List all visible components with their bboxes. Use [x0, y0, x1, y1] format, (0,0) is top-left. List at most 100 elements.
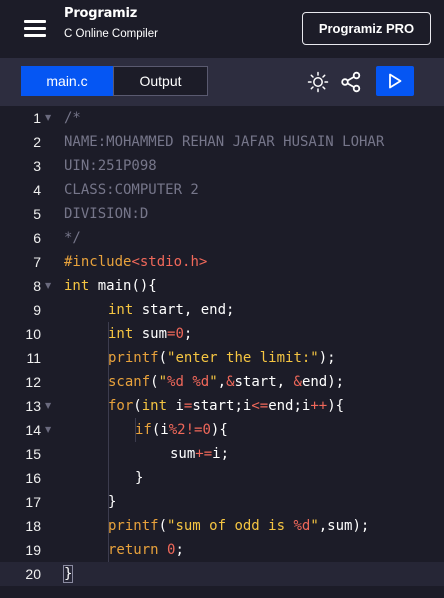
- line-number: 6: [33, 230, 41, 246]
- line-number: 7: [33, 254, 41, 270]
- code-text: return 0;: [108, 538, 184, 562]
- code-token: ){: [210, 422, 228, 438]
- page-subtitle: C Online Compiler: [64, 28, 158, 40]
- code-token: +=: [195, 446, 213, 462]
- fold-arrow-icon[interactable]: ▼: [45, 418, 51, 442]
- code-line[interactable]: 1 ▼ /*: [0, 106, 444, 130]
- code-line[interactable]: 9 int start, end;: [0, 298, 444, 322]
- fold-arrow-icon[interactable]: ▼: [45, 274, 51, 298]
- line-number: 2: [33, 134, 41, 150]
- code-token: }: [62, 565, 74, 583]
- code-token: */: [64, 230, 81, 246]
- code-token: (: [158, 350, 168, 366]
- code-line[interactable]: 2 NAME:MOHAMMED REHAN JAFAR HUSAIN LOHAR: [0, 130, 444, 154]
- line-number: 15: [25, 446, 41, 462]
- code-text: CLASS:COMPUTER 2: [64, 178, 199, 202]
- code-token: 0: [175, 326, 184, 342]
- code-token: i;: [212, 446, 230, 462]
- code-token: %d: [293, 518, 311, 534]
- code-line[interactable]: 17 }: [0, 490, 444, 514]
- code-token: ": [310, 518, 319, 534]
- menu-icon[interactable]: [24, 20, 46, 37]
- code-line[interactable]: 19 return 0;: [0, 538, 444, 562]
- code-token: "enter the limit:": [167, 350, 319, 366]
- code-token: "sum of odd is: [167, 518, 294, 534]
- line-number: 17: [25, 494, 41, 510]
- code-token: sum: [170, 446, 196, 462]
- code-text: for(int i=start;i<=end;i++){: [108, 394, 344, 418]
- code-text: #include<stdio.h>: [64, 250, 207, 274]
- code-token: (: [158, 518, 168, 534]
- code-text: printf("enter the limit:");: [108, 346, 336, 370]
- programiz-pro-button[interactable]: Programiz PRO: [302, 12, 431, 45]
- code-editor[interactable]: 1 ▼ /* 2 NAME:MOHAMMED REHAN JAFAR HUSAI…: [0, 106, 444, 598]
- code-token: int: [64, 278, 90, 294]
- code-text: int start, end;: [108, 298, 234, 322]
- code-token: printf: [108, 350, 159, 366]
- code-token: (i: [151, 422, 169, 438]
- run-button[interactable]: [376, 66, 414, 96]
- code-token: scanf: [108, 374, 151, 390]
- share-icon[interactable]: [338, 69, 364, 95]
- code-token: ){: [327, 398, 345, 414]
- code-token: %: [168, 422, 178, 438]
- code-token: /*: [64, 110, 81, 126]
- code-token: ": [209, 374, 218, 390]
- brand[interactable]: Programiz C Online Compiler: [64, 5, 158, 41]
- fold-arrow-icon[interactable]: ▼: [45, 106, 51, 130]
- code-token: int: [108, 326, 134, 342]
- code-token: <stdio.h>: [131, 254, 208, 270]
- code-line[interactable]: 12 scanf("%d %d",&start, &end);: [0, 370, 444, 394]
- code-token: int: [108, 302, 134, 318]
- programiz-logo[interactable]: Programiz: [64, 5, 158, 23]
- code-token: start, end;: [133, 302, 235, 318]
- theme-toggle-icon[interactable]: [305, 69, 331, 95]
- code-token: start,: [234, 374, 294, 390]
- line-number: 12: [25, 374, 41, 390]
- code-line[interactable]: 15 sum+=i;: [0, 442, 444, 466]
- code-token: printf: [108, 518, 159, 534]
- code-token: ;: [175, 542, 184, 558]
- code-line[interactable]: 4 CLASS:COMPUTER 2: [0, 178, 444, 202]
- code-line-active[interactable]: 20 }: [0, 562, 444, 586]
- line-number: 14: [25, 422, 41, 438]
- code-text: sum+=i;: [170, 442, 229, 466]
- code-token: (: [150, 374, 159, 390]
- code-token: return: [108, 542, 159, 558]
- tab-main-c[interactable]: main.c: [21, 66, 113, 96]
- code-line[interactable]: 14 ▼ if(i%2!=0){: [0, 418, 444, 442]
- code-line[interactable]: 6 */: [0, 226, 444, 250]
- line-number: 3: [33, 158, 41, 174]
- line-number: 19: [25, 542, 41, 558]
- code-text: }: [62, 562, 74, 586]
- code-text: */: [64, 226, 81, 250]
- code-line[interactable]: 7 #include<stdio.h>: [0, 250, 444, 274]
- tab-output[interactable]: Output: [113, 66, 208, 96]
- code-line[interactable]: 18 printf("sum of odd is %d",sum);: [0, 514, 444, 538]
- code-text: NAME:MOHAMMED REHAN JAFAR HUSAIN LOHAR: [64, 130, 384, 154]
- code-line[interactable]: 8 ▼ int main(){: [0, 274, 444, 298]
- code-line[interactable]: 13 ▼ for(int i=start;i<=end;i++){: [0, 394, 444, 418]
- code-token: }: [135, 470, 144, 486]
- line-number: 10: [25, 326, 41, 342]
- fold-arrow-icon[interactable]: ▼: [45, 394, 51, 418]
- line-number: 1: [33, 110, 41, 126]
- code-line[interactable]: 10 int sum=0;: [0, 322, 444, 346]
- code-text: UIN:251P098: [64, 154, 157, 178]
- line-number: 9: [33, 302, 41, 318]
- code-token: %d %d: [167, 374, 210, 390]
- code-text: scanf("%d %d",&start, &end);: [108, 370, 344, 394]
- code-text: int sum=0;: [108, 322, 192, 346]
- code-line[interactable]: 16 }: [0, 466, 444, 490]
- code-token: #include: [64, 254, 132, 270]
- code-text: int main(){: [64, 274, 157, 298]
- code-token: end);: [301, 374, 345, 390]
- code-line[interactable]: 3 UIN:251P098: [0, 154, 444, 178]
- code-token: UIN:251P098: [64, 158, 157, 174]
- line-number: 11: [26, 350, 41, 366]
- code-line[interactable]: 5 DIVISION:D: [0, 202, 444, 226]
- code-token: &: [226, 374, 235, 390]
- code-token: &: [293, 374, 302, 390]
- code-token: ": [158, 374, 168, 390]
- code-line[interactable]: 11 printf("enter the limit:");: [0, 346, 444, 370]
